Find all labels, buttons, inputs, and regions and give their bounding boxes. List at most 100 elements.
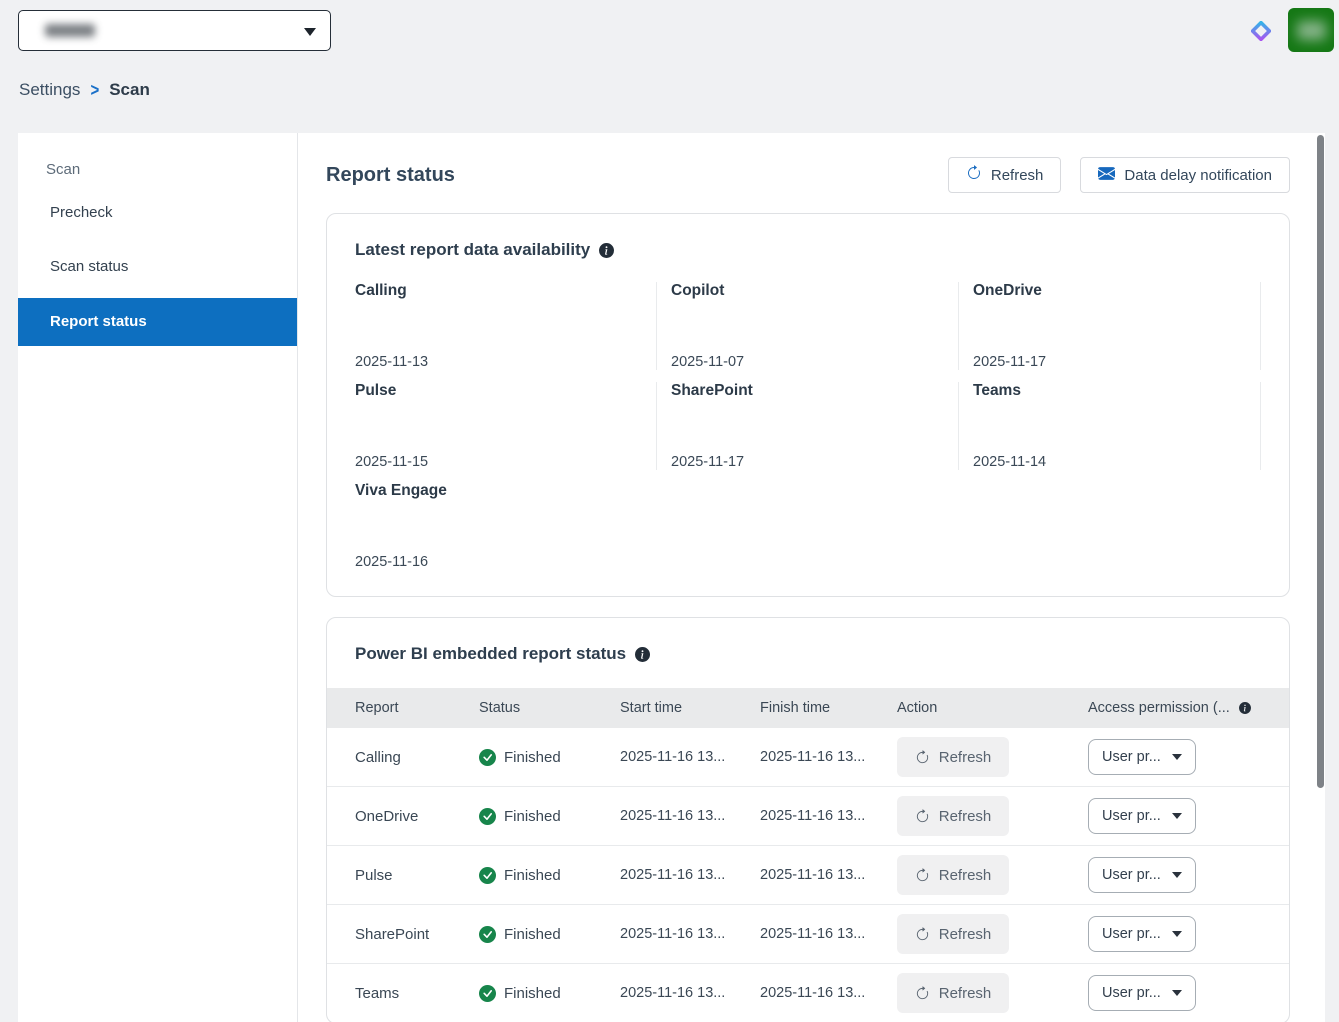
start-time-cell: 2025-11-16 13...: [620, 985, 760, 1001]
access-permission-label: User pr...: [1102, 867, 1161, 883]
action-cell: Refresh: [897, 737, 1088, 777]
report-name-cell: SharePoint: [327, 926, 479, 943]
chevron-down-icon: [1172, 872, 1182, 878]
access-permission-dropdown[interactable]: User pr...: [1088, 798, 1196, 834]
report-name-cell: Calling: [327, 749, 479, 766]
data-delay-button-label: Data delay notification: [1124, 167, 1272, 184]
status-cell: Finished: [479, 749, 620, 766]
page-title: Report status: [326, 164, 455, 187]
service-date: 2025-11-16: [355, 554, 643, 570]
sidebar: Scan Precheck Scan status Report status: [18, 133, 298, 1022]
availability-item: Viva Engage 2025-11-16: [355, 482, 657, 570]
user-avatar[interactable]: [1288, 8, 1334, 52]
row-refresh-button[interactable]: Refresh: [897, 796, 1009, 836]
sidebar-item-precheck[interactable]: Precheck: [18, 203, 297, 223]
service-name: Teams: [973, 382, 1246, 400]
check-circle-icon: [479, 926, 496, 943]
powerbi-report-card: Power BI embedded report status Report S…: [326, 617, 1290, 1022]
service-date: 2025-11-17: [671, 454, 944, 470]
action-cell: Refresh: [897, 796, 1088, 836]
col-action: Action: [897, 700, 1088, 716]
finish-time-cell: 2025-11-16 13...: [760, 808, 897, 824]
finish-time-cell: 2025-11-16 13...: [760, 926, 897, 942]
action-cell: Refresh: [897, 855, 1088, 895]
start-time-cell: 2025-11-16 13...: [620, 926, 760, 942]
col-finish-time: Finish time: [760, 700, 897, 716]
chevron-down-icon: [304, 28, 316, 36]
info-icon[interactable]: [1239, 702, 1251, 714]
row-refresh-label: Refresh: [939, 749, 992, 766]
refresh-icon: [915, 809, 930, 824]
row-refresh-label: Refresh: [939, 926, 992, 943]
table-row: Pulse Finished 2025-11-16 13... 2025-11-…: [327, 846, 1289, 905]
start-time-cell: 2025-11-16 13...: [620, 808, 760, 824]
refresh-icon: [915, 927, 930, 942]
info-icon[interactable]: [635, 647, 650, 662]
sidebar-item-scan-status[interactable]: Scan status: [18, 257, 297, 277]
row-refresh-label: Refresh: [939, 985, 992, 1002]
row-refresh-button[interactable]: Refresh: [897, 855, 1009, 895]
availability-item: Teams 2025-11-14: [959, 382, 1261, 470]
row-refresh-button[interactable]: Refresh: [897, 737, 1009, 777]
access-cell: User pr...: [1088, 857, 1289, 893]
check-circle-icon: [479, 985, 496, 1002]
finish-time-cell: 2025-11-16 13...: [760, 985, 897, 1001]
breadcrumb-settings[interactable]: Settings: [19, 80, 80, 100]
tenant-selector[interactable]: [18, 10, 331, 51]
table-row: SharePoint Finished 2025-11-16 13... 202…: [327, 905, 1289, 964]
availability-item: Pulse 2025-11-15: [355, 382, 657, 470]
col-start-time: Start time: [620, 700, 760, 716]
copilot-diamond-icon[interactable]: [1251, 21, 1271, 41]
access-permission-label: User pr...: [1102, 749, 1161, 765]
report-name-cell: Teams: [327, 985, 479, 1002]
service-date: 2025-11-15: [355, 454, 642, 470]
col-report: Report: [327, 700, 479, 716]
access-permission-dropdown[interactable]: User pr...: [1088, 975, 1196, 1011]
service-name: Viva Engage: [355, 482, 643, 500]
check-circle-icon: [479, 749, 496, 766]
availability-item: Copilot 2025-11-07: [657, 282, 959, 370]
service-name: Copilot: [671, 282, 944, 300]
main-panel: Scan Precheck Scan status Report status …: [18, 133, 1325, 1022]
access-permission-label: User pr...: [1102, 985, 1161, 1001]
status-label: Finished: [504, 749, 561, 766]
status-cell: Finished: [479, 808, 620, 825]
row-refresh-label: Refresh: [939, 808, 992, 825]
status-cell: Finished: [479, 867, 620, 884]
row-refresh-button[interactable]: Refresh: [897, 973, 1009, 1013]
status-label: Finished: [504, 926, 561, 943]
access-permission-label: User pr...: [1102, 926, 1161, 942]
service-date: 2025-11-07: [671, 354, 944, 370]
sidebar-item-report-status[interactable]: Report status: [18, 298, 297, 346]
avatar-redacted-initials: [1297, 21, 1326, 40]
status-label: Finished: [504, 985, 561, 1002]
service-name: OneDrive: [973, 282, 1246, 300]
report-name-cell: OneDrive: [327, 808, 479, 825]
availability-item: SharePoint 2025-11-17: [657, 382, 959, 470]
data-delay-notification-button[interactable]: Data delay notification: [1080, 157, 1290, 193]
availability-item: Calling 2025-11-13: [355, 282, 657, 370]
status-cell: Finished: [479, 926, 620, 943]
refresh-button[interactable]: Refresh: [948, 157, 1062, 193]
access-permission-dropdown[interactable]: User pr...: [1088, 739, 1196, 775]
row-refresh-button[interactable]: Refresh: [897, 914, 1009, 954]
status-label: Finished: [504, 867, 561, 884]
tenant-selector-redacted-value: [45, 24, 95, 37]
table-header: Report Status Start time Finish time Act…: [327, 688, 1289, 728]
check-circle-icon: [479, 808, 496, 825]
vertical-scrollbar[interactable]: [1317, 135, 1324, 788]
breadcrumb-separator-icon: >: [90, 79, 99, 100]
start-time-cell: 2025-11-16 13...: [620, 867, 760, 883]
chevron-down-icon: [1172, 813, 1182, 819]
refresh-button-label: Refresh: [991, 167, 1044, 184]
service-date: 2025-11-14: [973, 454, 1246, 470]
info-icon[interactable]: [599, 243, 614, 258]
service-name: SharePoint: [671, 382, 944, 400]
report-name-cell: Pulse: [327, 867, 479, 884]
breadcrumb-scan: Scan: [109, 80, 150, 100]
access-permission-dropdown[interactable]: User pr...: [1088, 857, 1196, 893]
availability-grid: Calling 2025-11-13 Copilot 2025-11-07 On…: [355, 282, 1261, 582]
refresh-icon: [915, 868, 930, 883]
access-permission-dropdown[interactable]: User pr...: [1088, 916, 1196, 952]
status-label: Finished: [504, 808, 561, 825]
